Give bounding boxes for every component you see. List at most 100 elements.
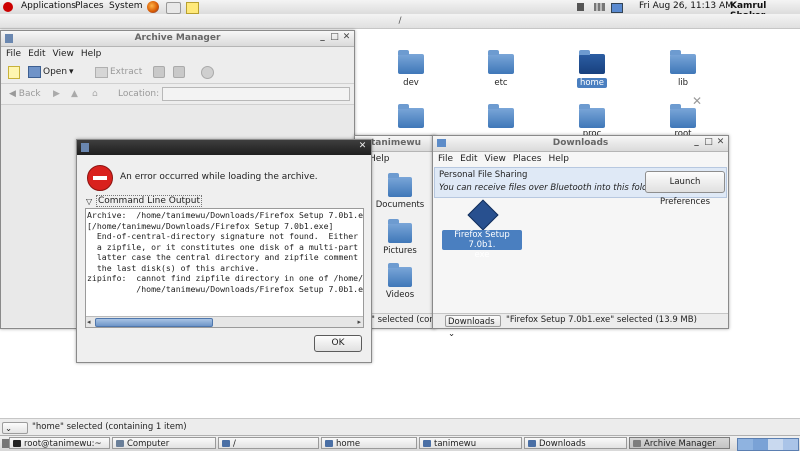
- up-arrow-icon[interactable]: ▲: [71, 87, 78, 101]
- workspace-switcher[interactable]: [737, 438, 799, 451]
- add-folder-icon: [173, 66, 185, 78]
- downloads-location-combo[interactable]: Downloads ⌄: [445, 315, 501, 339]
- folder-dev-label[interactable]: dev: [381, 78, 441, 88]
- root-status-bar: ⌄ "home" selected (containing 1 item): [0, 418, 800, 436]
- task-home-folder[interactable]: home: [321, 437, 417, 449]
- launch-preferences-button[interactable]: Launch Preferences: [645, 171, 725, 207]
- tanimewu-title: tanimewu: [371, 138, 422, 148]
- notes-launcher-icon[interactable]: [186, 2, 199, 14]
- folder-etc-icon[interactable]: [488, 50, 514, 74]
- downloads-title: Downloads: [552, 138, 609, 148]
- folder-proc-icon[interactable]: [579, 104, 605, 128]
- places-menu[interactable]: Places: [75, 1, 104, 11]
- documents-folder-icon[interactable]: [388, 173, 412, 197]
- file-label-line1: Firefox Setup 7.0b1.: [454, 230, 510, 250]
- task-terminal[interactable]: root@tanimewu:~: [9, 437, 110, 449]
- minimize-icon[interactable]: _: [692, 138, 701, 147]
- dl-menu-places[interactable]: Places: [513, 154, 542, 164]
- task-downloads-folder[interactable]: Downloads: [524, 437, 627, 449]
- back-button[interactable]: ◀ Back: [9, 87, 41, 101]
- open-folder-icon[interactable]: [28, 66, 41, 78]
- applications-menu[interactable]: Applications: [21, 1, 76, 11]
- firefox-setup-file-label[interactable]: Firefox Setup 7.0b1. exe: [442, 230, 522, 260]
- clock[interactable]: Fri Aug 26, 11:13 AM: [639, 1, 733, 11]
- task-root-folder[interactable]: /: [218, 437, 319, 449]
- close-icon[interactable]: ✕: [342, 33, 351, 42]
- folder-lib-label[interactable]: lib: [653, 78, 713, 88]
- location-input[interactable]: [162, 87, 350, 101]
- mail-launcher-icon[interactable]: [166, 2, 181, 14]
- folder-root-icon[interactable]: [670, 104, 696, 128]
- folder-row2-b-icon[interactable]: [488, 104, 514, 128]
- menu-file[interactable]: File: [6, 49, 21, 59]
- downloads-status-text: "Firefox Setup 7.0b1.exe" selected (13.9…: [506, 315, 697, 325]
- home-icon[interactable]: ⌂: [92, 87, 98, 101]
- menu-help[interactable]: Help: [81, 49, 102, 59]
- command-output-text: Archive: /home/tanimewu/Downloads/Firefo…: [87, 210, 364, 294]
- scroll-left-icon[interactable]: ◂: [87, 317, 91, 327]
- task-archive-manager[interactable]: Archive Manager: [629, 437, 730, 449]
- location-label: Location:: [118, 89, 160, 99]
- folder-home-icon[interactable]: [579, 50, 605, 74]
- documents-label[interactable]: Documents: [370, 200, 430, 210]
- tanimewu-menu-help[interactable]: Help: [369, 154, 390, 164]
- task-tanimewu-folder[interactable]: tanimewu: [419, 437, 522, 449]
- folder-lib-icon[interactable]: [670, 50, 696, 74]
- error-icon: [87, 165, 113, 191]
- extract-icon: [95, 67, 108, 78]
- menu-view[interactable]: View: [53, 49, 74, 59]
- close-icon[interactable]: ✕: [716, 138, 725, 147]
- downloads-titlebar[interactable]: Downloads _ □ ✕: [433, 136, 728, 152]
- dl-menu-edit[interactable]: Edit: [460, 154, 477, 164]
- new-archive-icon[interactable]: [8, 66, 20, 79]
- command-line-output-expander[interactable]: Command Line Output: [96, 195, 202, 207]
- firefox-launcher-icon[interactable]: [147, 1, 159, 13]
- show-desktop-icon[interactable]: [2, 439, 9, 448]
- personal-file-sharing-bar: Personal File Sharing You can receive fi…: [434, 167, 727, 207]
- system-menu[interactable]: System: [109, 1, 143, 11]
- archive-manager-titlebar[interactable]: Archive Manager _ □ ✕: [1, 31, 354, 47]
- root-status-text: "home" selected (containing 1 item): [32, 422, 187, 432]
- network-icon[interactable]: [611, 3, 623, 13]
- error-dialog-titlebar[interactable]: ✕: [77, 140, 371, 155]
- root-location-combo[interactable]: ⌄: [2, 422, 28, 434]
- dl-menu-view[interactable]: View: [485, 154, 506, 164]
- videos-folder-icon[interactable]: [388, 263, 412, 287]
- folder-etc-label[interactable]: etc: [471, 78, 531, 88]
- maximize-icon[interactable]: □: [704, 138, 713, 147]
- expander-arrow-icon[interactable]: ▽: [86, 197, 92, 206]
- scrollbar-thumb[interactable]: [95, 318, 213, 327]
- taskbar: root@tanimewu:~ Computer / home tanimewu…: [0, 435, 800, 451]
- sharing-title: Personal File Sharing: [439, 170, 528, 180]
- maximize-icon[interactable]: □: [330, 33, 339, 42]
- task-computer[interactable]: Computer: [112, 437, 216, 449]
- scroll-right-icon[interactable]: ▸: [357, 317, 361, 327]
- dl-menu-help[interactable]: Help: [548, 154, 569, 164]
- system-logo-icon[interactable]: [3, 2, 13, 12]
- ok-button[interactable]: OK: [314, 335, 362, 352]
- add-files-icon: [153, 66, 165, 78]
- videos-label[interactable]: Videos: [370, 290, 430, 300]
- error-message: An error occurred while loading the arch…: [120, 172, 318, 182]
- folder-dev-icon[interactable]: [398, 50, 424, 74]
- pictures-label[interactable]: Pictures: [370, 246, 430, 256]
- pictures-folder-icon[interactable]: [388, 219, 412, 243]
- stop-icon: [201, 66, 214, 79]
- open-dropdown-icon[interactable]: ▾: [69, 65, 74, 79]
- dl-menu-file[interactable]: File: [438, 154, 453, 164]
- volume-icon[interactable]: [577, 3, 584, 11]
- folder-row2-a-icon[interactable]: [398, 104, 424, 128]
- menu-edit[interactable]: Edit: [28, 49, 45, 59]
- error-dialog: ✕ An error occurred while loading the ar…: [76, 139, 372, 363]
- open-button[interactable]: Open: [43, 65, 67, 79]
- close-icon[interactable]: ✕: [358, 142, 367, 151]
- extract-button[interactable]: Extract: [110, 65, 142, 79]
- horizontal-scrollbar[interactable]: ◂ ▸: [86, 316, 363, 327]
- command-output-box[interactable]: Archive: /home/tanimewu/Downloads/Firefo…: [85, 208, 364, 328]
- firefox-setup-file-icon[interactable]: [467, 199, 499, 231]
- forward-arrow-icon[interactable]: ▶: [53, 87, 60, 101]
- folder-home-label[interactable]: home: [577, 78, 607, 88]
- root-window-title: /: [398, 16, 402, 26]
- network-signal-icon[interactable]: [594, 3, 605, 11]
- minimize-icon[interactable]: _: [318, 33, 327, 42]
